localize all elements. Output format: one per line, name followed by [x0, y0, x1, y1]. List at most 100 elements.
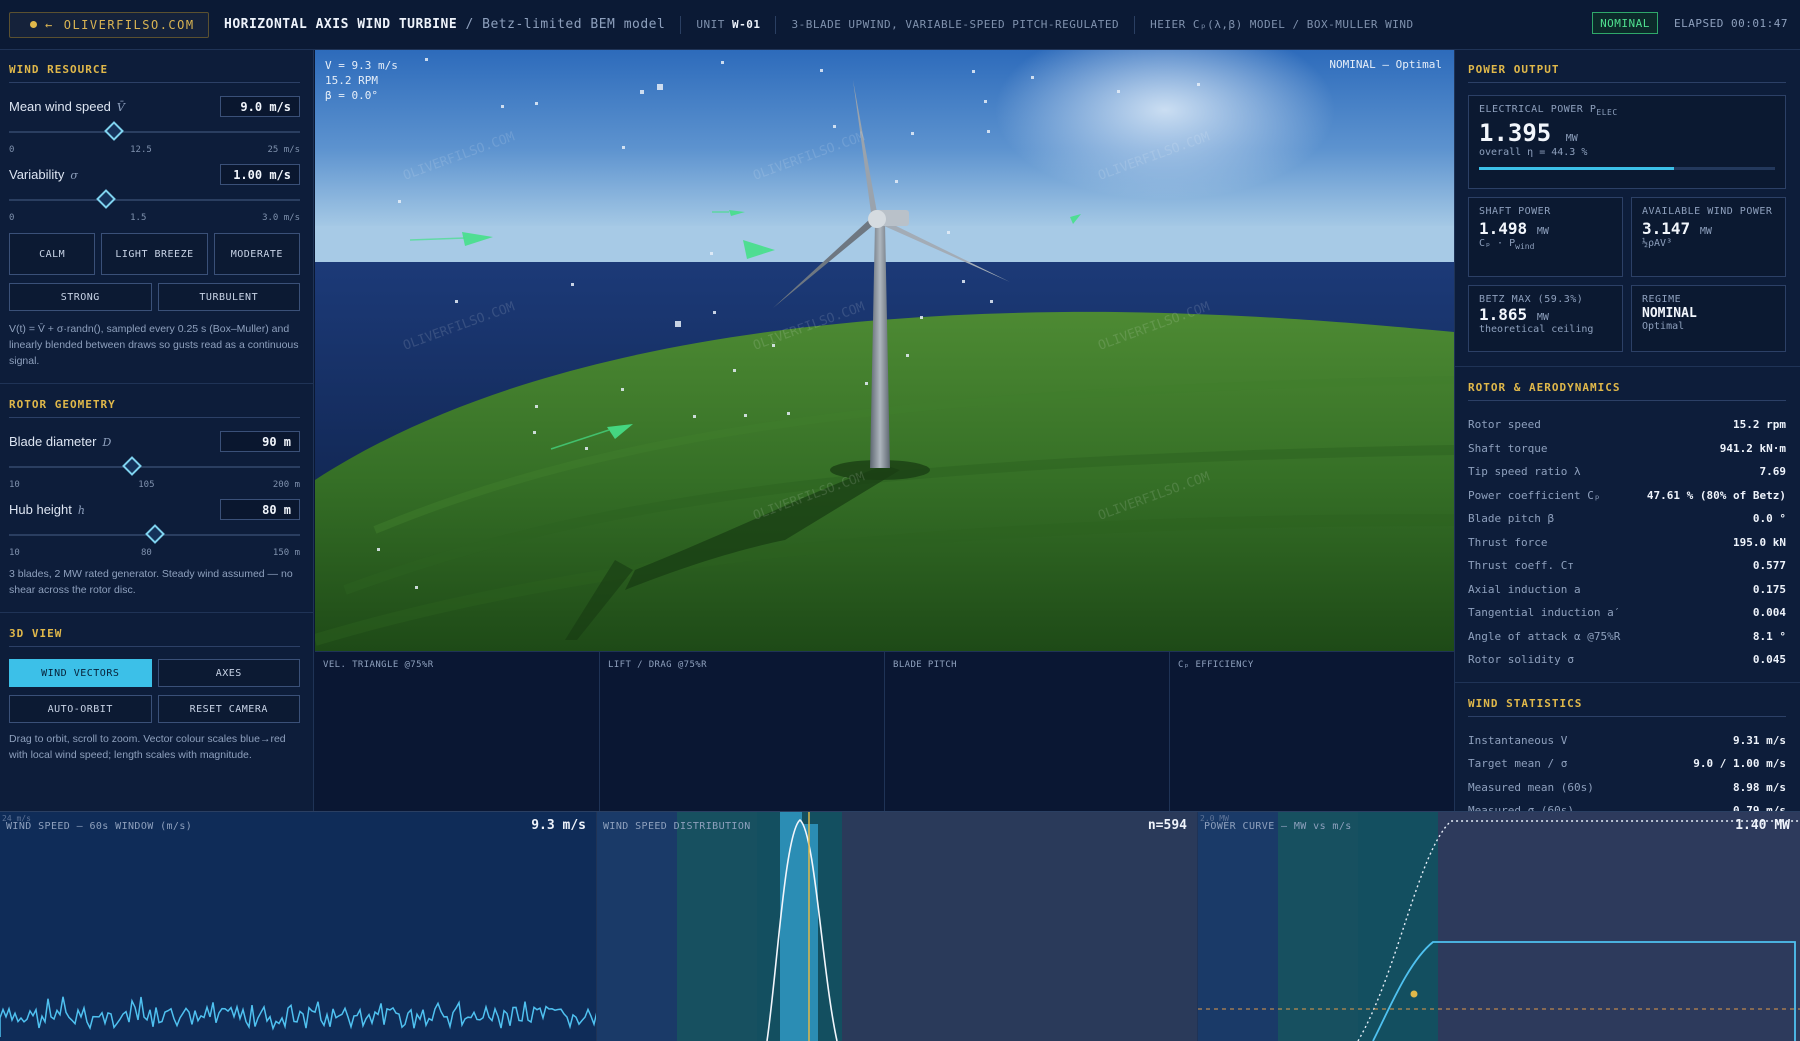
stat-row: Thrust coeff. Cᴛ 0.577 [1468, 554, 1786, 578]
stat-value: 195.0 kN [1733, 535, 1786, 549]
wind-stats-header: WIND STATISTICS [1468, 697, 1786, 717]
mean-wind-text: Mean wind speed [9, 98, 111, 114]
blade-diameter-ticks: 10 105 200 m [9, 480, 300, 490]
variability-slider[interactable] [9, 187, 300, 213]
3d-viewport[interactable]: OLIVERFILSO.COM OLIVERFILSO.COM OLIVERFI… [315, 50, 1454, 651]
stat-value: 9.31 m/s [1733, 733, 1786, 747]
stat-value: 0.79 m/s [1733, 804, 1786, 811]
power-curve-chart: 2.0 MW POWER CURVE — MW vs m/s 1.40 MW [1198, 812, 1800, 1041]
stat-value: 15.2 rpm [1733, 418, 1786, 432]
power-curve-current: 1.40 MW [1735, 818, 1790, 833]
slider-thumb[interactable] [103, 121, 124, 141]
stat-key: Blade pitch β [1468, 512, 1555, 526]
wind-speed-plot [0, 996, 596, 1037]
tick: 200 m [272, 480, 300, 490]
dist-band [677, 812, 757, 1041]
electrical-power-value: 1.395 MW [1479, 119, 1775, 147]
page-title: HORIZONTAL AXIS WIND TURBINE / Betz-limi… [224, 17, 666, 32]
stat-key: Rotor speed [1468, 418, 1541, 432]
unit-value: W-01 [731, 18, 761, 31]
stat-value: 8.98 m/s [1733, 780, 1786, 794]
stat-row: Blade pitch β 0.0 ° [1468, 507, 1786, 531]
brand-label: OLIVERFILSO.COM [63, 17, 195, 32]
stat-value: 941.2 kN·m [1719, 441, 1786, 455]
wind-model-note: V(t) = V̄ + σ·randn(), sampled every 0.2… [9, 323, 299, 367]
preset-calm-button[interactable]: CALM [9, 233, 96, 275]
hud-wind-speed: V = 9.3 m/s [325, 59, 398, 72]
hud-pitch: β = 0.0° [325, 89, 378, 102]
mean-wind-symbol: V̄ [116, 100, 125, 114]
preset-light-breeze-button[interactable]: LIGHT BREEZE [101, 233, 208, 275]
axes-toggle[interactable]: AXES [157, 659, 300, 687]
power-progress-fill [1479, 167, 1675, 170]
stat-row: Thrust force 195.0 kN [1468, 531, 1786, 555]
mean-wind-slider[interactable] [9, 119, 300, 145]
mean-wind-input[interactable]: 9.0 m/s [220, 95, 300, 117]
overall-efficiency: overall η = 44.3 % [1479, 147, 1588, 158]
reset-camera-button[interactable]: RESET CAMERA [157, 695, 300, 723]
hub-height-input[interactable]: 80 m [220, 498, 300, 520]
wind-speed-series [0, 996, 596, 1037]
blade-diameter-input[interactable]: 90 m [220, 430, 300, 452]
regime-label: REGIME [1642, 294, 1682, 305]
unit-id: UNIT W-01 [696, 18, 760, 31]
dist-band [597, 812, 677, 1041]
wind-resource-header: WIND RESOURCE [9, 63, 300, 83]
preset-moderate-button[interactable]: MODERATE [213, 233, 300, 275]
model-text: HEIER Cₚ(λ,β) MODEL / BOX-MULLER WIND [1150, 18, 1414, 31]
slider-thumb[interactable] [95, 189, 116, 209]
preset-turbulent-button[interactable]: TURBULENT [157, 283, 300, 311]
title-main: HORIZONTAL AXIS WIND TURBINE [224, 17, 458, 32]
rotor-aero-header: ROTOR & AERODYNAMICS [1468, 381, 1786, 401]
config-text: 3-BLADE UPWIND, VARIABLE-SPEED PITCH-REG… [791, 18, 1120, 31]
back-link[interactable]: ← OLIVERFILSO.COM [9, 11, 209, 38]
blade-diameter-slider[interactable] [9, 454, 300, 480]
variability-label: Variability σ [9, 167, 78, 182]
slider-track [9, 131, 300, 133]
stat-key: Instantaneous V [1468, 733, 1568, 747]
viewport-state: NOMINAL — Optimal [1329, 58, 1442, 71]
stat-row: Axial induction a 0.175 [1468, 578, 1786, 602]
stat-key: Tangential induction a′ [1468, 606, 1621, 620]
cp-efficiency-panel: Cₚ EFFICIENCY [1178, 660, 1254, 670]
distribution-plot [597, 812, 842, 1041]
pc-band [1358, 812, 1438, 1041]
wind-vectors-toggle[interactable]: WIND VECTORS [9, 659, 152, 687]
stat-row: Measured σ (60s) 0.79 m/s [1468, 799, 1786, 811]
power-curve-plot [1198, 812, 1800, 1041]
stat-row: Rotor solidity σ 0.045 [1468, 648, 1786, 672]
preset-strong-button[interactable]: STRONG [9, 283, 152, 311]
bottom-charts: 24 m/s WIND SPEED — 60s WINDOW (m/s) 9.3… [0, 811, 1800, 1041]
operating-point [1410, 990, 1418, 998]
divider [680, 15, 682, 34]
hub-height-label: Hub height h [9, 502, 85, 517]
betz-max-unit: MW [1536, 312, 1549, 323]
stat-value: 0.004 [1752, 606, 1786, 620]
stat-row: Shaft torque 941.2 kN·m [1468, 437, 1786, 461]
electrical-power-subscript: ELEC [1596, 108, 1618, 117]
auto-orbit-toggle[interactable]: AUTO-ORBIT [9, 695, 152, 723]
rotor-note: 3 blades, 2 MW rated generator. Steady w… [9, 568, 293, 596]
wind-speed-current: 9.3 m/s [531, 818, 586, 833]
pc-band [1278, 812, 1358, 1041]
stat-key: Tip speed ratio λ [1468, 465, 1581, 479]
slider-thumb[interactable] [121, 456, 142, 476]
dist-bar [802, 824, 818, 1041]
tick: 3.0 m/s [262, 213, 300, 223]
electrical-power-text: ELECTRICAL POWER P [1479, 104, 1597, 115]
stat-row: Tip speed ratio λ 7.69 [1468, 460, 1786, 484]
mean-wind-ticks: 0 12.5 25 m/s [9, 145, 300, 155]
hub-height-slider[interactable] [9, 522, 300, 548]
stat-value: 0.045 [1752, 653, 1786, 667]
tick: 150 m [272, 548, 300, 558]
stat-key: Angle of attack α @75%R [1468, 629, 1621, 643]
slider-thumb[interactable] [144, 524, 165, 544]
variability-input[interactable]: 1.00 m/s [220, 163, 300, 185]
top-bar: ← OLIVERFILSO.COM HORIZONTAL AXIS WIND T… [0, 0, 1800, 50]
elapsed-timer: ELAPSED 00:01:47 [1674, 17, 1788, 30]
stat-row: Measured mean (60s) 8.98 m/s [1468, 776, 1786, 800]
hud-rpm: 15.2 RPM [325, 74, 378, 87]
shaft-formula-text: Cₚ · P [1479, 238, 1516, 249]
available-power-number: 3.147 [1642, 219, 1691, 238]
divider [1134, 15, 1136, 34]
